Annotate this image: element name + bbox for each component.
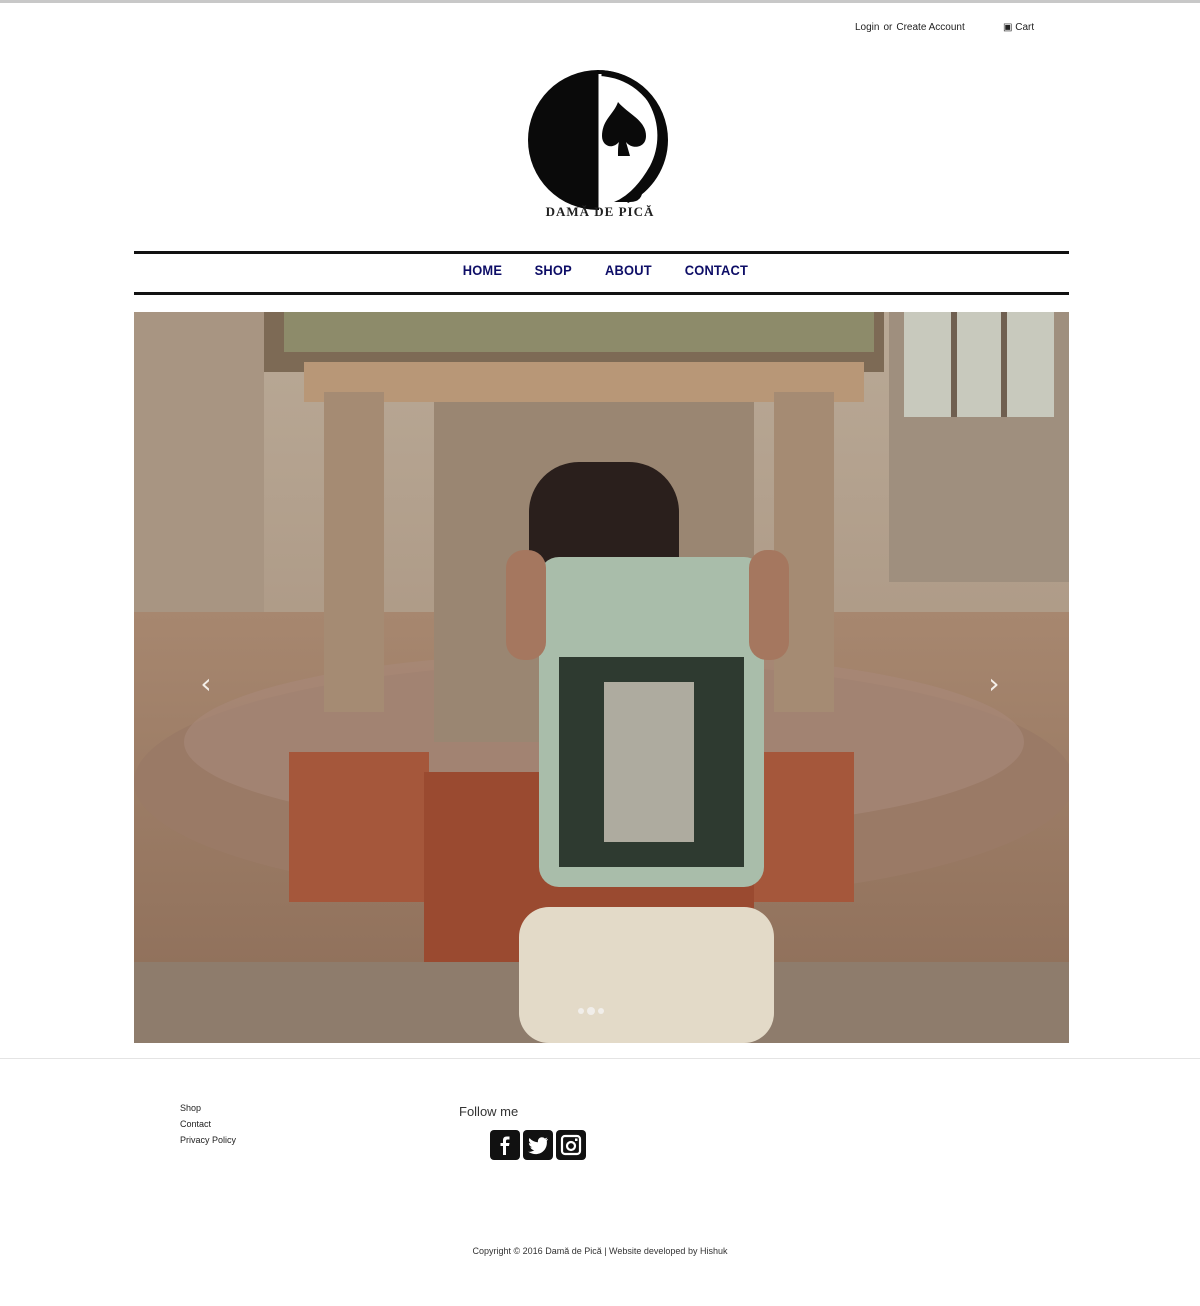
cart-icon: ▣ xyxy=(1003,22,1013,33)
or-text: or xyxy=(883,22,893,33)
account-links: Login or Create Account xyxy=(855,22,965,33)
nav-about[interactable]: ABOUT xyxy=(605,262,652,278)
slider-dot-2[interactable] xyxy=(587,1007,595,1015)
footer-link-contact[interactable]: Contact xyxy=(180,1116,236,1132)
slider-dot-1[interactable] xyxy=(578,1008,584,1014)
top-border xyxy=(0,0,1200,3)
instagram-icon[interactable] xyxy=(556,1130,586,1160)
chevron-left-icon: ‹ xyxy=(200,666,212,700)
nav-top-rule xyxy=(134,251,1069,254)
nav-bottom-rule xyxy=(134,292,1069,295)
footer-link-shop[interactable]: Shop xyxy=(180,1100,236,1116)
footer-links: Shop Contact Privacy Policy xyxy=(180,1100,236,1148)
social-links xyxy=(490,1130,586,1160)
brand-name: DAMĂ DE PICĂ xyxy=(545,204,655,219)
facebook-icon[interactable] xyxy=(490,1130,520,1160)
hero-slider[interactable] xyxy=(134,312,1069,1043)
cart-label: Cart xyxy=(1015,22,1035,33)
hero-image xyxy=(134,312,1069,1043)
brand-logo[interactable] xyxy=(518,62,678,222)
nav-contact[interactable]: CONTACT xyxy=(685,262,748,278)
nav-shop[interactable]: SHOP xyxy=(535,262,572,278)
slider-dot-3[interactable] xyxy=(598,1008,604,1014)
nav-home[interactable]: HOME xyxy=(463,262,502,278)
cart-link[interactable]: ▣ Cart xyxy=(1003,22,1034,33)
create-account-link[interactable]: Create Account xyxy=(896,22,964,33)
follow-label: Follow me xyxy=(459,1104,519,1119)
slider-prev[interactable]: ‹ xyxy=(194,666,218,700)
twitter-icon[interactable] xyxy=(523,1130,553,1160)
copyright-text: Copyright © 2016 Damă de Pică | Website … xyxy=(472,1246,728,1256)
login-link[interactable]: Login xyxy=(855,22,879,33)
footer-link-privacy[interactable]: Privacy Policy xyxy=(180,1132,236,1148)
slider-dots xyxy=(578,1007,604,1015)
footer-divider xyxy=(0,1058,1200,1059)
main-nav: HOME SHOP ABOUT CONTACT xyxy=(0,262,1200,282)
slider-next[interactable]: › xyxy=(982,666,1006,700)
chevron-right-icon: › xyxy=(988,666,1000,700)
